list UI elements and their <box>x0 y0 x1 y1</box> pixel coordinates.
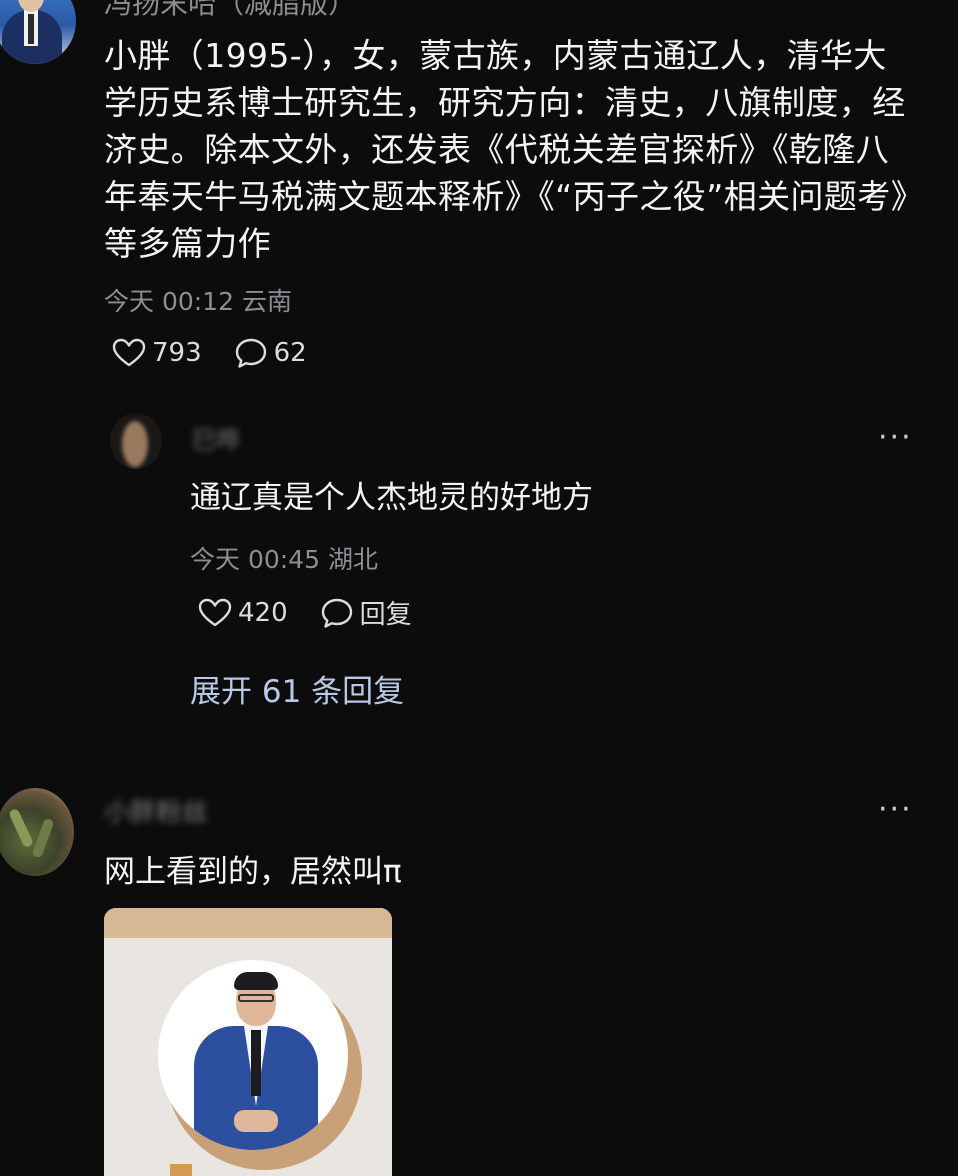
reply-avatar[interactable] <box>110 413 162 469</box>
comment-image[interactable] <box>104 908 392 1176</box>
second-username[interactable]: 小胖粉丝 <box>104 792 208 829</box>
portrait-hands <box>234 1110 278 1132</box>
like-count: 793 <box>152 338 202 368</box>
reply-actions: 420 回复 <box>198 594 444 631</box>
like-button[interactable]: 793 <box>112 338 202 368</box>
reply-like-button[interactable]: 420 <box>198 598 288 628</box>
heart-icon <box>198 598 232 626</box>
reply-text: 通辽真是个人杰地灵的好地方 <box>190 480 593 516</box>
second-comment-text: 网上看到的，居然叫π <box>104 854 402 890</box>
comment-actions: 793 62 <box>112 337 339 369</box>
avatar-figure <box>122 421 148 467</box>
avatar-tie <box>28 14 34 44</box>
reply-meta: 今天 00:45 湖北 <box>190 545 378 574</box>
reply-username[interactable]: 巳哗 <box>192 420 240 455</box>
image-top-band <box>104 908 392 938</box>
portrait-circle <box>158 960 348 1150</box>
comment-meta: 今天 00:12 云南 <box>104 287 292 316</box>
heart-icon <box>112 338 146 367</box>
more-dots-icon[interactable]: ··· <box>878 792 913 827</box>
avatar-leaf <box>8 807 34 849</box>
comment-bubble-icon <box>235 338 266 368</box>
comment-bubble-icon <box>321 598 352 628</box>
more-dots-icon[interactable]: ··· <box>878 420 913 455</box>
comment-username[interactable]: 冯扬末咍（减脂版） <box>104 0 356 22</box>
image-corner-mark <box>170 1164 192 1176</box>
avatar[interactable] <box>0 0 76 64</box>
portrait-glasses <box>238 994 274 1002</box>
portrait-tie <box>251 1030 261 1096</box>
reply-label: 回复 <box>359 600 412 630</box>
expand-replies-link[interactable]: 展开 61 条回复 <box>190 666 404 711</box>
second-avatar[interactable] <box>0 788 74 876</box>
reply-button[interactable]: 回复 <box>320 594 412 631</box>
comments-page: 冯扬末咍（减脂版） 小胖（1995-），女，蒙古族，内蒙古通辽人，清华大学历史系… <box>0 0 958 1176</box>
portrait-hair <box>234 972 278 990</box>
comment-button[interactable]: 62 <box>234 337 307 369</box>
avatar-leaf <box>31 817 55 859</box>
reply-like-count: 420 <box>238 597 288 628</box>
comment-text: 小胖（1995-），女，蒙古族，内蒙古通辽人，清华大学历史系博士研究生，研究方向… <box>104 36 908 263</box>
comment-count: 62 <box>273 338 307 368</box>
